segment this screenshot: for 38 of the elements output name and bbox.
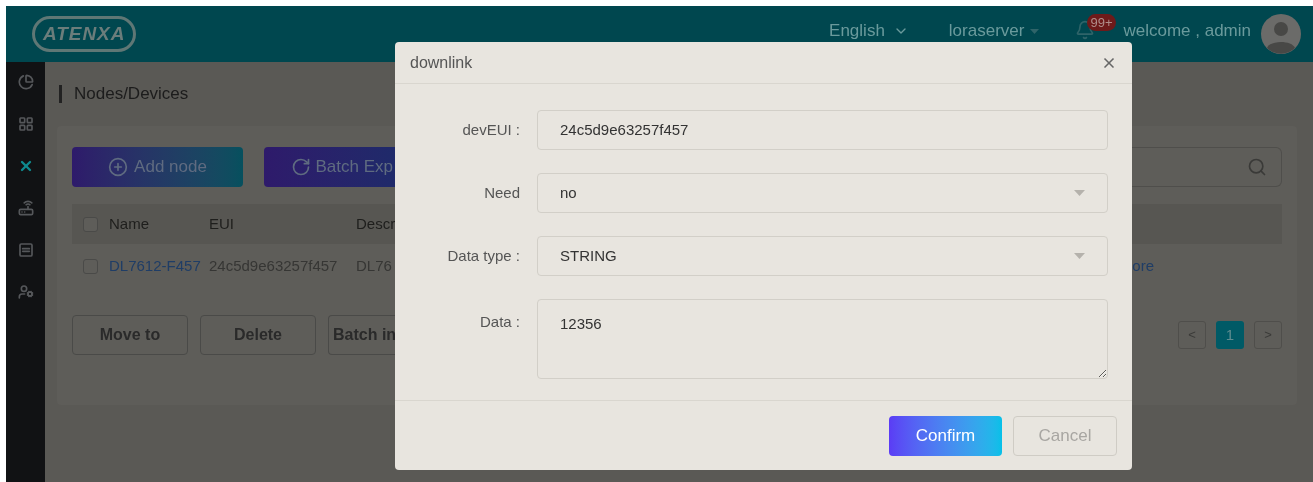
server-dropdown[interactable]: loraserver	[948, 18, 1040, 44]
plus-icon	[108, 157, 129, 177]
user-settings-icon[interactable]	[17, 284, 34, 300]
add-node-button[interactable]: Add node	[72, 147, 243, 187]
pie-chart-icon[interactable]	[17, 74, 34, 90]
grid-icon[interactable]	[17, 116, 34, 132]
column-header: Name	[109, 213, 150, 234]
more-link[interactable]: ore	[1132, 254, 1154, 278]
cancel-button[interactable]: Cancel	[1013, 415, 1117, 456]
caret-icon	[1074, 253, 1085, 259]
batch-export-button[interactable]: Batch Exp	[264, 147, 395, 187]
router-icon[interactable]	[17, 200, 34, 216]
field-label: Need	[483, 182, 521, 203]
avatar[interactable]	[1261, 14, 1301, 54]
notification-badge: 99+	[1087, 14, 1116, 31]
dialog-title: downlink	[410, 52, 473, 73]
previous-page-button[interactable]: <	[1178, 321, 1206, 349]
caret-icon	[1074, 190, 1085, 196]
confirm-button[interactable]: Confirm	[889, 415, 1002, 456]
logo: ATENXA	[32, 15, 137, 53]
refresh-icon	[290, 157, 311, 177]
select-field[interactable]: STRING	[537, 236, 1108, 276]
search-icon	[1247, 157, 1267, 177]
caret-icon	[1030, 28, 1040, 34]
field-label: Data :	[478, 312, 521, 332]
column-header: Descr	[356, 213, 396, 234]
page-button[interactable]: 1	[1216, 321, 1244, 349]
next-page-button[interactable]: >	[1254, 321, 1282, 349]
welcome-text: welcome , admin	[1123, 20, 1251, 43]
list-icon[interactable]	[17, 242, 34, 258]
data-textarea[interactable]: 12356	[537, 299, 1108, 379]
text-field[interactable]: 24c5d9e63257f457	[537, 110, 1108, 150]
select-field[interactable]: no	[537, 173, 1108, 213]
field-label: devEUI :	[461, 119, 521, 140]
field-label: Data type :	[446, 245, 521, 266]
column-header: EUI	[209, 213, 235, 234]
page-title: Nodes/Devices	[74, 83, 189, 106]
device-link[interactable]: DL7612-F457	[109, 254, 209, 278]
